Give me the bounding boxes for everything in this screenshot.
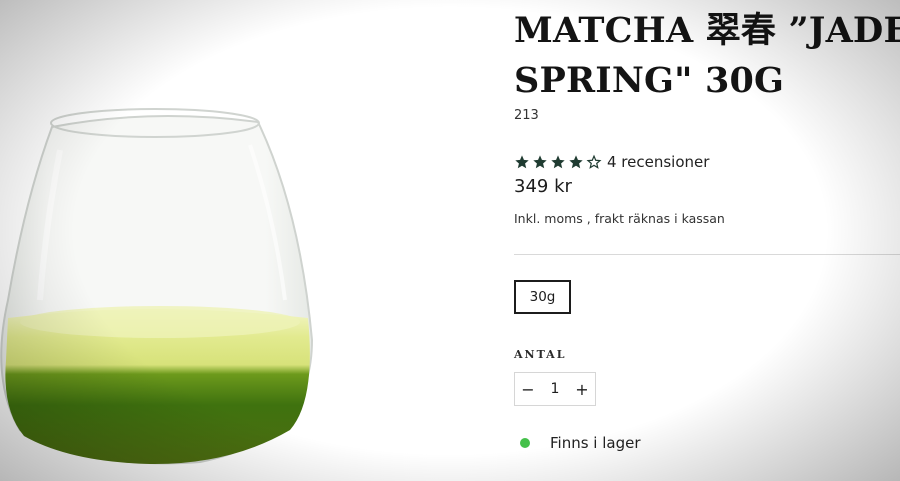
product-title: MATCHA 翠春 ”JADE SPRING" 30G [514, 10, 900, 101]
star-filled-icon [515, 155, 529, 169]
star-filled-icon [569, 155, 583, 169]
star-filled-icon [533, 155, 547, 169]
product-price: 349 kr [514, 176, 572, 197]
star-outline-icon [586, 154, 602, 169]
tax-note: Inkl. moms , frakt räknas i kassan [514, 211, 725, 226]
star-filled-icon [551, 155, 565, 169]
divider [514, 254, 900, 255]
product-info: MATCHA 翠春 ”JADE SPRING" 30G 213 4 recens… [514, 0, 900, 481]
product-image [0, 0, 500, 481]
product-sku: 213 [514, 108, 539, 123]
quantity-stepper: − 1 + [514, 372, 596, 406]
quantity-increase-button[interactable]: + [569, 373, 595, 405]
quantity-input[interactable]: 1 [543, 381, 567, 397]
matcha-glass-icon [0, 108, 314, 465]
in-stock-dot-icon [520, 438, 530, 448]
product-rating[interactable]: 4 recensioner [514, 152, 709, 172]
review-count-link[interactable]: 4 recensioner [607, 153, 709, 171]
stock-status: Finns i lager [520, 434, 641, 452]
stock-status-text: Finns i lager [550, 434, 641, 452]
variant-option-30g[interactable]: 30g [514, 280, 571, 314]
quantity-decrease-button[interactable]: − [515, 373, 541, 405]
quantity-label: ANTAL [514, 348, 567, 361]
